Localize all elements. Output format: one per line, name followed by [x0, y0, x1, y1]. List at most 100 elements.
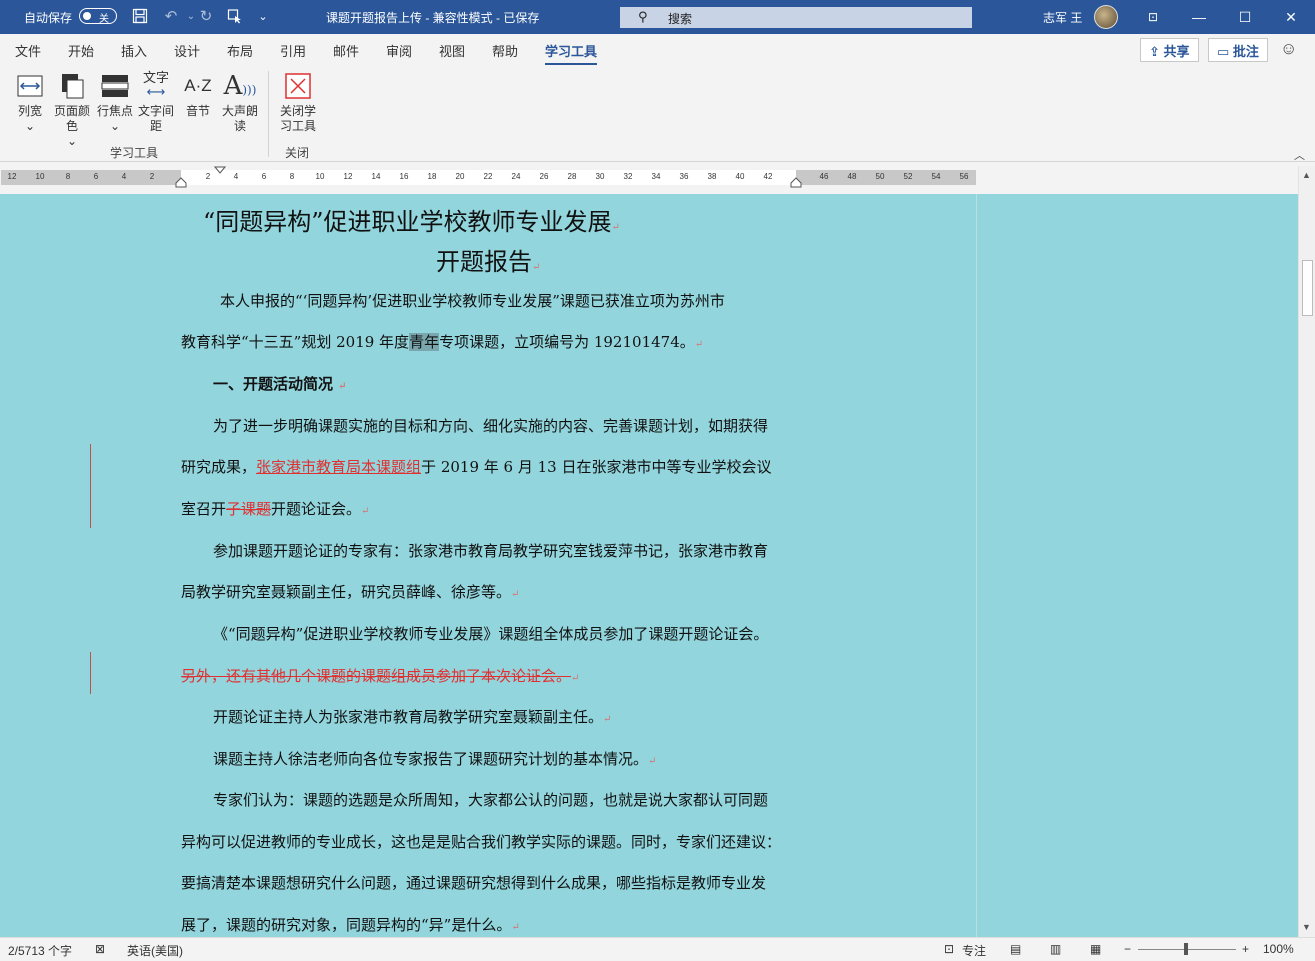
group-separator [268, 71, 269, 157]
ruler-tick-label: 20 [455, 172, 465, 181]
ruler-tick-label: 4 [233, 172, 239, 181]
redo-icon[interactable]: ↻ [197, 8, 215, 26]
page-color-icon [62, 74, 84, 99]
ruler-tick-label: 8 [65, 172, 71, 181]
ruler-tick-label: 50 [875, 172, 885, 181]
ruler-tick-label: 6 [261, 172, 267, 181]
tab-mailings[interactable]: 邮件 [333, 41, 359, 60]
paragraph-line: 开题论证主持人为张家港市教育局教学研究室聂颖副主任。↵ [213, 708, 612, 726]
tab-learning-tools[interactable]: 学习工具 [545, 41, 598, 66]
column-width-label: 列宽 [17, 104, 42, 118]
zoom-slider-thumb[interactable] [1184, 943, 1188, 955]
word-count[interactable]: 2/5713 个字 [8, 942, 72, 959]
tab-references[interactable]: 引用 [280, 41, 306, 60]
collapse-ribbon-icon[interactable]: ︿ [1294, 147, 1305, 163]
proofing-icon[interactable]: ⊠ [95, 942, 105, 956]
ruler-tick-label: 28 [567, 172, 577, 181]
horizontal-ruler[interactable]: 12 10 8 6 4 2 2 4 6 8 10 12 14 16 18 20 22 24 26 28 30 32 34 36… [0, 166, 1298, 188]
tab-home[interactable]: 开始 [68, 41, 94, 60]
zoom-level[interactable]: 100% [1263, 942, 1294, 956]
paragraph-line: 为了进一步明确课题实施的目标和方向、细化实施的内容、完善课题计划，如期获得 [213, 417, 769, 435]
close-icon[interactable]: ✕ [1268, 0, 1314, 34]
maximize-icon[interactable]: ☐ [1222, 0, 1268, 34]
tab-insert[interactable]: 插入 [121, 41, 147, 60]
hanging-indent-marker[interactable] [175, 177, 187, 188]
paragraph-line: 课题主持人徐洁老师向各位专家报告了课题研究计划的基本情况。↵ [213, 750, 657, 768]
ruler-tick-label: 16 [399, 172, 409, 181]
paragraph-line: 研究成果，张家港市教育局本课题组于 2019 年 6 月 13 日在张家港市中等… [181, 458, 772, 476]
column-width-button[interactable]: 列宽 ⌄ [12, 71, 48, 134]
customize-qat-icon[interactable]: ⌄ [254, 8, 272, 26]
syllables-button[interactable]: A·Z 音节 [182, 71, 214, 119]
tab-layout[interactable]: 布局 [227, 41, 253, 60]
change-bar [90, 652, 91, 694]
tab-help[interactable]: 帮助 [492, 41, 518, 60]
close-learning-tools-button[interactable]: 关闭学习工具 [277, 71, 319, 134]
tab-review[interactable]: 审阅 [386, 41, 412, 60]
share-button[interactable]: ⇪ 共享 [1140, 38, 1199, 62]
column-width-icon [17, 75, 43, 97]
page-color-button[interactable]: 页面颜色 ⌄ [52, 71, 92, 149]
text-spacing-button[interactable]: 文字 ⟷ 文字间距 [138, 71, 174, 134]
focus-mode-label[interactable]: 专注 [962, 942, 986, 959]
ruler-tick-label: 12 [7, 172, 17, 181]
autosave-label: 自动保存 [24, 11, 73, 25]
syllables-label: 音节 [185, 104, 210, 118]
print-layout-icon[interactable]: ▥ [1050, 942, 1061, 956]
touch-mode-icon[interactable] [226, 8, 244, 26]
undo-icon[interactable]: ↶ [162, 8, 180, 26]
close-x-icon [285, 73, 311, 99]
section-heading: 一、开题活动简况 ↵ [213, 375, 347, 393]
ruler-tick-label: 54 [931, 172, 941, 181]
tab-design[interactable]: 设计 [174, 41, 200, 60]
save-icon[interactable] [131, 8, 149, 26]
selected-text: 青年 [409, 333, 440, 351]
minimize-icon[interactable]: — [1176, 0, 1222, 34]
ruler-tick-label: 24 [511, 172, 521, 181]
scroll-up-arrow-icon[interactable]: ▲ [1302, 170, 1311, 180]
ruler-tick-label: 2 [149, 172, 155, 181]
page-edge [976, 194, 977, 937]
toggle-knob [83, 12, 91, 20]
ribbon-display-options-icon[interactable]: ⊡ [1130, 0, 1176, 34]
page-color-caret: ⌄ [66, 134, 78, 148]
ruler-tick-label: 4 [121, 172, 127, 181]
document-title-line: “同题异构”促进职业学校教师专业发展↵ [203, 208, 620, 236]
web-layout-icon[interactable]: ▦ [1090, 942, 1101, 956]
read-aloud-button[interactable]: A))) 大声朗读 [222, 71, 258, 134]
vertical-scrollbar[interactable]: ▲ ▼ [1298, 166, 1315, 937]
scroll-thumb[interactable] [1302, 260, 1313, 316]
autosave-toggle[interactable]: 关 [79, 8, 117, 25]
document-area[interactable]: “同题异构”促进职业学校教师专业发展↵ 开题报告↵ 本人申报的“‘同题异构’促进… [0, 194, 1298, 937]
language-indicator[interactable]: 英语(美国) [127, 942, 183, 959]
tab-view[interactable]: 视图 [439, 41, 465, 60]
read-aloud-label: 大声朗读 [222, 104, 259, 133]
zoom-in-icon[interactable]: + [1242, 942, 1249, 956]
read-aloud-icon: A))) [223, 71, 257, 101]
ruler-tick-label: 38 [707, 172, 717, 181]
search-box[interactable]: ⚲ 搜索 [620, 7, 972, 28]
user-name[interactable]: 志军 王 [1043, 9, 1082, 26]
feedback-smiley-icon[interactable]: ☺ [1280, 39, 1297, 59]
first-line-indent-marker[interactable] [214, 166, 226, 175]
document-subtitle-line: 开题报告↵ [436, 248, 541, 276]
avatar[interactable] [1094, 5, 1118, 29]
read-mode-icon[interactable]: ▤ [1010, 942, 1021, 956]
ruler-tick-label: 36 [679, 172, 689, 181]
group-label-close: 关闭 [285, 146, 310, 160]
zoom-out-icon[interactable]: − [1124, 942, 1131, 956]
ruler-tick-label: 26 [539, 172, 549, 181]
tracked-deletion: 另外，还有其他几个课题的课题组成员参加了本次论证会。 [181, 667, 572, 685]
scroll-down-arrow-icon[interactable]: ▼ [1302, 922, 1311, 932]
ruler-tick-label: 30 [595, 172, 605, 181]
tracked-insertion: 张家港市教育局 [256, 458, 362, 476]
focus-mode-icon[interactable]: ⊡ [944, 942, 954, 956]
right-indent-marker[interactable] [790, 177, 802, 188]
text-spacing-icon: 文字 ⟷ [142, 70, 169, 99]
tab-file[interactable]: 文件 [15, 41, 41, 60]
line-focus-button[interactable]: 行焦点 ⌄ [97, 71, 133, 134]
ruler-tick-label: 40 [735, 172, 745, 181]
group-label-learning-tools: 学习工具 [110, 146, 159, 160]
comments-button[interactable]: ▭ 批注 [1208, 38, 1268, 62]
line-focus-caret: ⌄ [109, 119, 121, 133]
